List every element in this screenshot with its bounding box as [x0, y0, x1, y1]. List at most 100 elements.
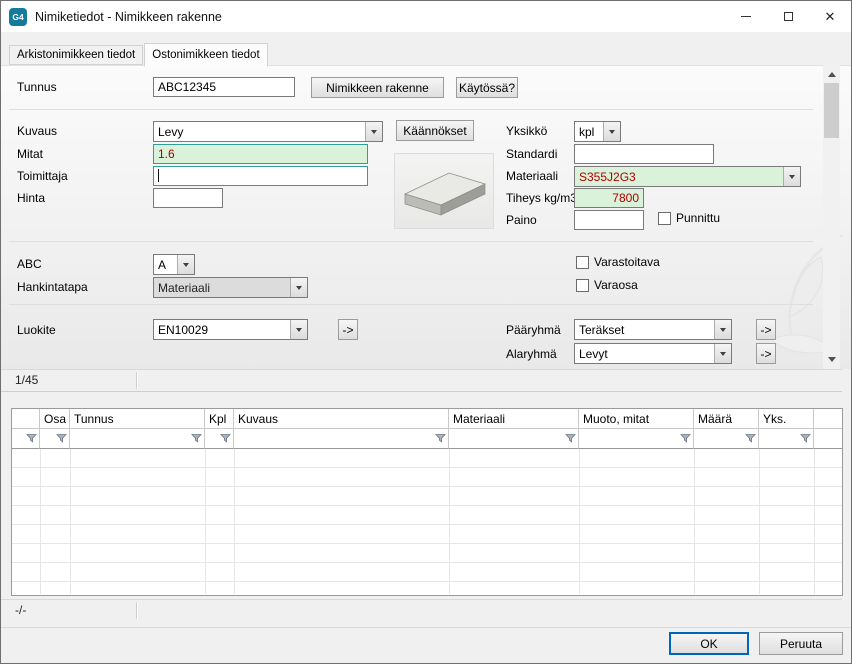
- kaannokset-button[interactable]: Käännökset: [396, 120, 474, 141]
- grid-line: [759, 449, 760, 594]
- column-header: Yks.: [759, 409, 814, 429]
- table-body[interactable]: [12, 449, 842, 595]
- column-header: Määrä: [694, 409, 759, 429]
- filter-cell[interactable]: [759, 429, 814, 449]
- chevron-down-icon: [365, 122, 382, 141]
- alaryhma-select[interactable]: Levyt: [574, 343, 732, 364]
- filter-icon: [800, 433, 811, 444]
- filter-cell[interactable]: [579, 429, 694, 449]
- scroll-thumb[interactable]: [824, 83, 839, 138]
- column-header: [12, 409, 40, 429]
- column-header: Materiaali: [449, 409, 579, 429]
- filter-cell[interactable]: [694, 429, 759, 449]
- varastoitava-label: Varastoitava: [594, 255, 660, 269]
- grid-line: [234, 449, 235, 594]
- paaryhma-select[interactable]: Teräkset: [574, 319, 732, 340]
- tiheys-label: Tiheys kg/m3: [506, 191, 577, 205]
- divider: [9, 109, 813, 110]
- filter-icon: [56, 433, 67, 444]
- checkbox-icon: [576, 279, 589, 292]
- filter-cell[interactable]: [234, 429, 449, 449]
- toimittaja-input[interactable]: [153, 166, 368, 186]
- filter-icon: [26, 433, 37, 444]
- paaryhma-label: Pääryhmä: [506, 323, 561, 337]
- alaryhma-value: Levyt: [575, 344, 714, 363]
- filter-icon: [680, 433, 691, 444]
- standardi-input[interactable]: [574, 144, 714, 164]
- tunnus-label: Tunnus: [17, 80, 57, 94]
- luokite-value: EN10029: [154, 320, 290, 339]
- chevron-down-icon: [714, 344, 731, 363]
- filter-cell-filler: [814, 429, 842, 449]
- peruuta-button[interactable]: Peruuta: [759, 632, 843, 655]
- chevron-down-icon: [177, 255, 194, 274]
- filter-cell[interactable]: [449, 429, 579, 449]
- close-button[interactable]: ✕: [809, 1, 851, 32]
- checkbox-icon: [658, 212, 671, 225]
- form-scrollbar[interactable]: [823, 65, 840, 369]
- footer-divider: [1, 627, 851, 628]
- varaosa-label: Varaosa: [594, 278, 638, 292]
- dialog-window: G4 Nimiketiedot - Nimikkeen rakenne ✕ Ar…: [0, 0, 852, 664]
- app-icon: G4: [9, 8, 27, 26]
- luokite-select[interactable]: EN10029: [153, 319, 308, 340]
- kuvaus-value: Levy: [154, 122, 365, 141]
- hinta-input[interactable]: [153, 188, 223, 208]
- maximize-button[interactable]: [767, 1, 809, 32]
- chevron-down-icon: [603, 122, 620, 141]
- chevron-down-icon: [290, 320, 307, 339]
- punnittu-checkbox[interactable]: Punnittu: [658, 211, 720, 225]
- scroll-up-button[interactable]: [823, 65, 840, 82]
- filter-cell[interactable]: [205, 429, 234, 449]
- column-header: Muoto, mitat: [579, 409, 694, 429]
- varaosa-checkbox[interactable]: Varaosa: [576, 278, 638, 292]
- filter-cell[interactable]: [40, 429, 70, 449]
- hankintatapa-value: Materiaali: [154, 278, 290, 297]
- hankintatapa-select[interactable]: Materiaali: [153, 277, 308, 298]
- filter-icon: [435, 433, 446, 444]
- column-header: Kpl: [205, 409, 234, 429]
- grid-line: [694, 449, 695, 594]
- yksikko-select[interactable]: kpl: [574, 121, 621, 142]
- kaytossa-button[interactable]: Käytössä?: [456, 77, 518, 98]
- minimize-button[interactable]: [725, 1, 767, 32]
- alaryhma-arrow-button[interactable]: ->: [756, 343, 776, 364]
- scroll-down-button[interactable]: [823, 352, 840, 369]
- tiheys-input[interactable]: [574, 188, 644, 208]
- record-counter: 1/45: [15, 373, 38, 387]
- luokite-arrow-button[interactable]: ->: [338, 319, 358, 340]
- tab-ostonimikkeen-tiedot[interactable]: Ostonimikkeen tiedot: [144, 43, 267, 67]
- kuvaus-select[interactable]: Levy: [153, 121, 383, 142]
- table-status-bar: -/-: [1, 599, 842, 621]
- materiaali-select[interactable]: S355J2G3: [574, 166, 801, 187]
- paaryhma-arrow-button[interactable]: ->: [756, 319, 776, 340]
- tunnus-input[interactable]: [153, 77, 295, 97]
- filter-cell[interactable]: [70, 429, 205, 449]
- close-icon: ✕: [825, 10, 836, 23]
- chevron-down-icon: [783, 167, 800, 186]
- tab-arkistonimikkeen-tiedot[interactable]: Arkistonimikkeen tiedot: [9, 45, 143, 65]
- materiaali-label: Materiaali: [506, 169, 558, 183]
- filter-icon: [745, 433, 756, 444]
- filter-cell[interactable]: [12, 429, 40, 449]
- standardi-label: Standardi: [506, 147, 557, 161]
- status-divider: [136, 372, 137, 389]
- punnittu-label: Punnittu: [676, 211, 720, 225]
- paino-input[interactable]: [574, 210, 644, 230]
- window-title: Nimiketiedot - Nimikkeen rakenne: [35, 10, 222, 24]
- titlebar: G4 Nimiketiedot - Nimikkeen rakenne ✕: [1, 1, 851, 32]
- hankintatapa-label: Hankintatapa: [17, 280, 88, 294]
- luokite-label: Luokite: [17, 323, 56, 337]
- varastoitava-checkbox[interactable]: Varastoitava: [576, 255, 660, 269]
- abc-select[interactable]: A: [153, 254, 195, 275]
- divider: [9, 241, 813, 242]
- record-status-bar: 1/45: [1, 369, 842, 392]
- grid-line: [579, 449, 580, 594]
- divider: [9, 304, 813, 305]
- mitat-input[interactable]: [153, 144, 368, 164]
- arrow-up-icon: [828, 68, 836, 77]
- table-counter: -/-: [15, 603, 26, 617]
- nimikkeen-rakenne-button[interactable]: Nimikkeen rakenne: [311, 77, 444, 98]
- ok-button[interactable]: OK: [669, 632, 749, 655]
- yksikko-value: kpl: [575, 122, 603, 141]
